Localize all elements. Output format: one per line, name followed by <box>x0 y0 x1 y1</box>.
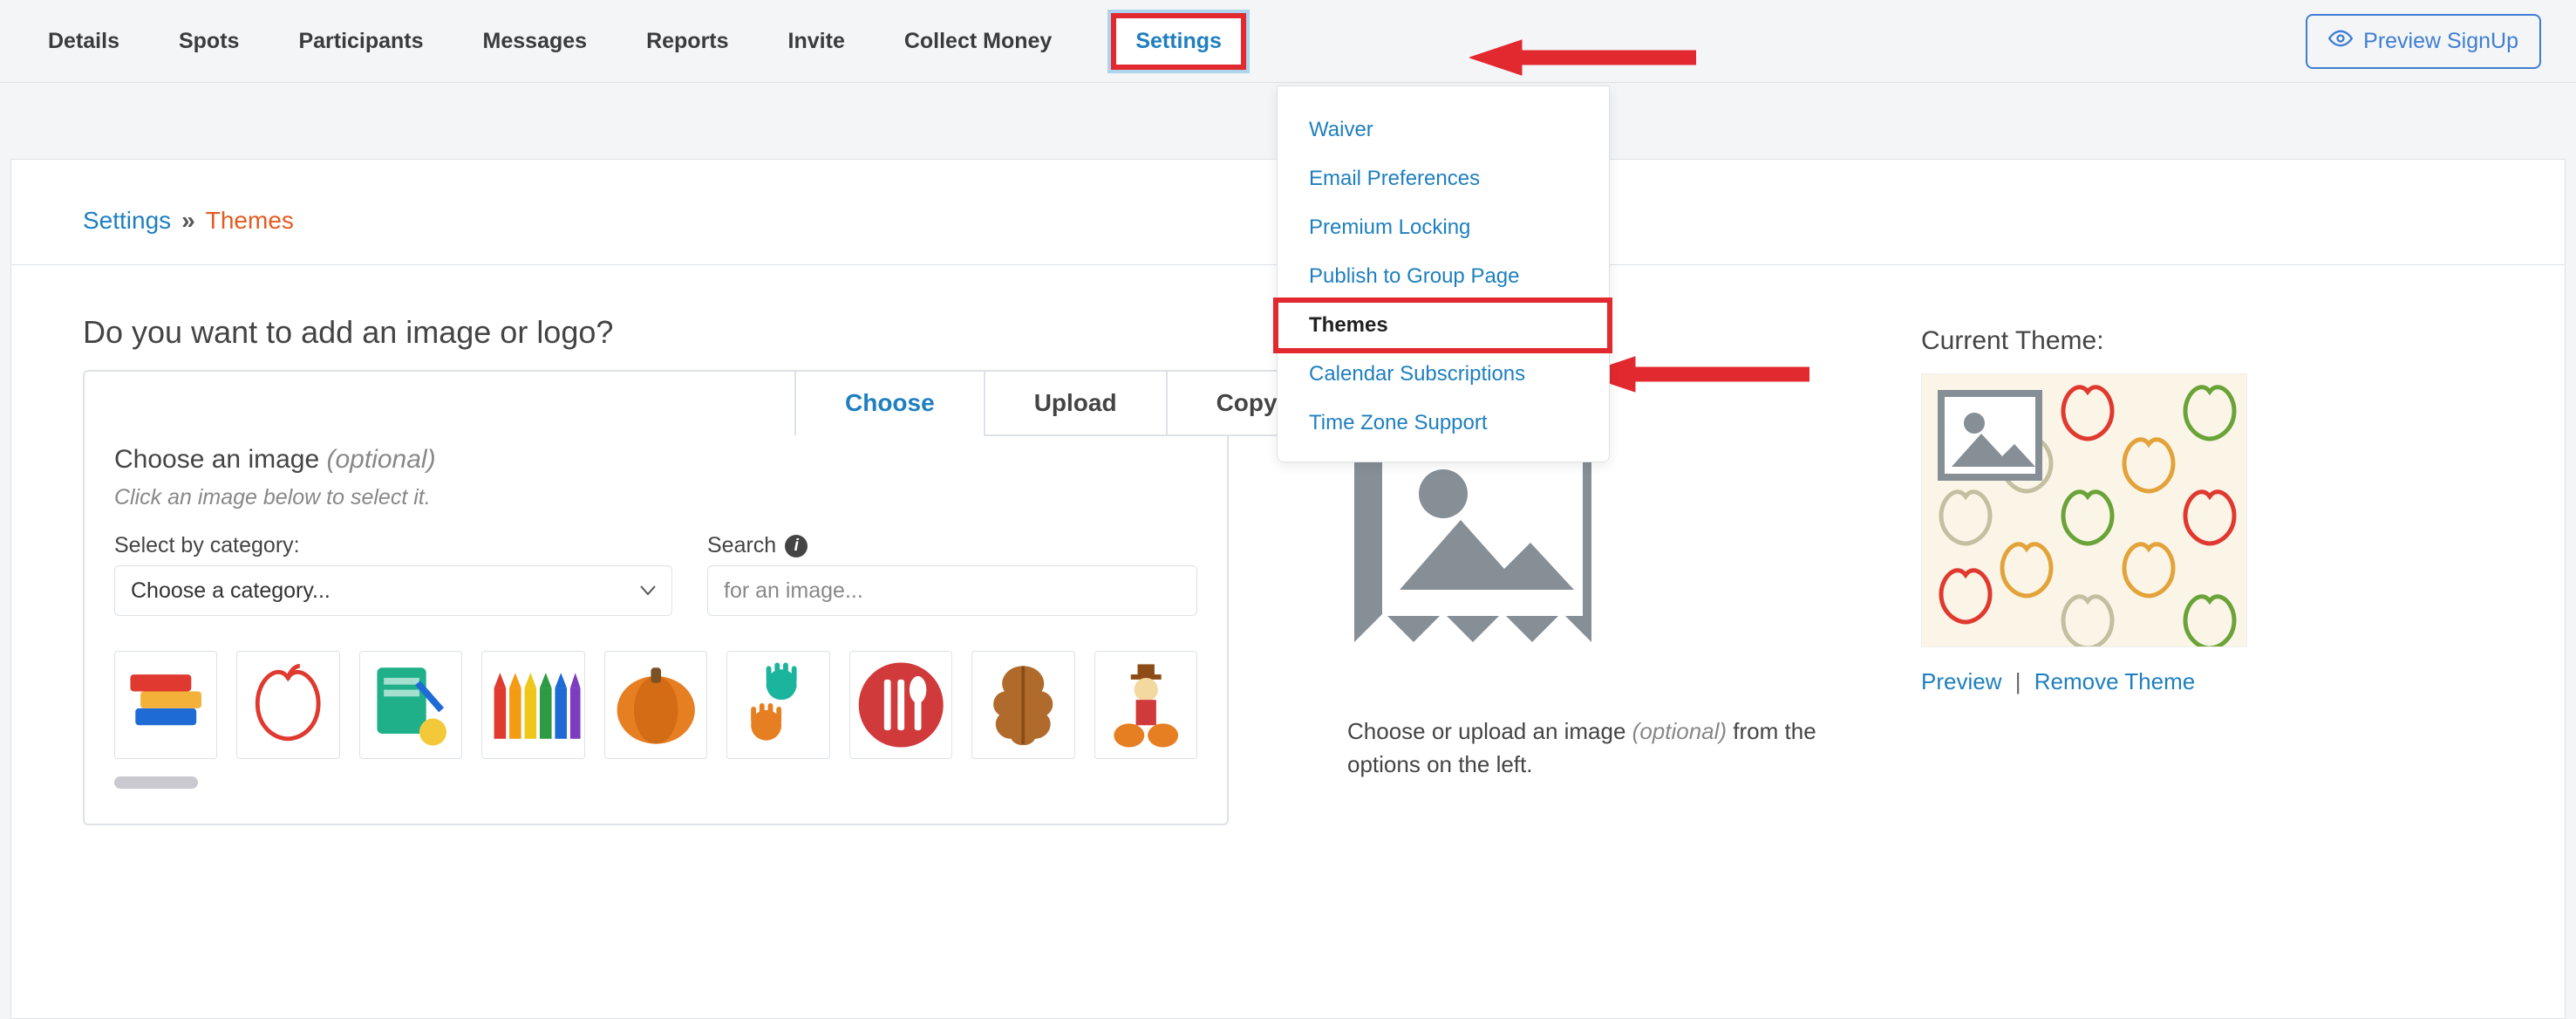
menu-item-time-zone-support[interactable]: Time Zone Support <box>1278 399 1609 448</box>
placeholder-text-a: Choose or upload an image <box>1347 718 1632 744</box>
menu-item-themes-label: Themes <box>1309 313 1388 337</box>
image-chooser-heading: Do you want to add an image or logo? <box>83 314 1250 351</box>
thumb-oak-leaf[interactable] <box>971 651 1074 759</box>
search-label: Search i <box>707 533 1197 558</box>
thumbnail-scrollbar[interactable] <box>114 776 198 789</box>
thumb-handprints[interactable] <box>726 651 829 759</box>
nav-tab-settings[interactable]: Settings <box>1135 29 1222 54</box>
nav-tab-participants[interactable]: Participants <box>298 29 423 54</box>
arrow-to-themes-icon <box>1583 355 1809 393</box>
thumb-notebook-ideas[interactable] <box>359 651 462 759</box>
tab-upload[interactable]: Upload <box>984 370 1168 436</box>
choose-image-heading: Choose an image (optional) <box>114 445 1197 475</box>
placeholder-optional: (optional) <box>1632 718 1727 744</box>
search-label-text: Search <box>707 533 776 558</box>
preview-signup-label: Preview SignUp <box>2363 29 2518 54</box>
menu-item-calendar-subscriptions[interactable]: Calendar Subscriptions <box>1278 350 1609 399</box>
nav-tab-details[interactable]: Details <box>48 29 119 54</box>
image-placeholder-text: Choose or upload an image (optional) fro… <box>1347 715 1869 781</box>
theme-action-separator: | <box>2015 668 2021 694</box>
menu-item-waiver[interactable]: Waiver <box>1278 106 1609 154</box>
nav-tab-invite[interactable]: Invite <box>788 29 845 54</box>
current-theme-panel: Current Theme: <box>1921 265 2565 860</box>
thumb-scarecrow[interactable] <box>1094 651 1197 759</box>
image-chooser-panel: Do you want to add an image or logo? Cho… <box>11 265 1250 860</box>
arrow-to-settings-icon <box>1469 38 1696 77</box>
search-input[interactable] <box>707 565 1197 616</box>
preview-signup-button[interactable]: Preview SignUp <box>2306 14 2541 69</box>
nav-tab-messages[interactable]: Messages <box>483 29 588 54</box>
nav-tab-collect-money[interactable]: Collect Money <box>904 29 1052 54</box>
breadcrumb-settings[interactable]: Settings <box>83 207 171 235</box>
preview-theme-link[interactable]: Preview <box>1921 668 2001 694</box>
settings-dropdown-menu: Waiver Email Preferences Premium Locking… <box>1277 85 1610 462</box>
image-tab-frame: Choose Upload Copy Choose an image (opti… <box>83 370 1229 825</box>
nav-tab-settings-highlight: Settings <box>1111 13 1246 70</box>
nav-tabs: Details Spots Participants Messages Repo… <box>48 13 1246 70</box>
optional-label: (optional) <box>327 445 436 474</box>
current-theme-actions: Preview | Remove Theme <box>1921 668 2530 695</box>
thumb-crayons[interactable] <box>481 651 584 759</box>
top-nav-bar: Details Spots Participants Messages Repo… <box>0 0 2576 83</box>
thumb-apple-outline[interactable] <box>236 651 339 759</box>
choose-image-heading-text: Choose an image <box>114 445 319 474</box>
nav-tab-reports[interactable]: Reports <box>646 29 728 54</box>
remove-theme-link[interactable]: Remove Theme <box>2034 668 2196 694</box>
menu-item-themes[interactable]: Themes <box>1278 301 1609 350</box>
thumb-pumpkin[interactable] <box>604 651 707 759</box>
choose-image-instruction: Click an image below to select it. <box>114 485 1197 510</box>
info-icon[interactable]: i <box>785 535 808 557</box>
breadcrumb-themes: Themes <box>206 207 294 235</box>
category-select[interactable]: Choose a category... <box>114 565 672 616</box>
thumb-cutlery[interactable] <box>849 651 952 759</box>
breadcrumb-separator: » <box>181 207 195 235</box>
image-thumbnail-row <box>114 651 1197 759</box>
menu-item-premium-locking[interactable]: Premium Locking <box>1278 203 1609 252</box>
nav-tab-spots[interactable]: Spots <box>179 29 239 54</box>
menu-item-publish-group-page[interactable]: Publish to Group Page <box>1278 252 1609 301</box>
select-category-label: Select by category: <box>114 533 672 558</box>
current-theme-thumbnail <box>1921 373 2247 647</box>
menu-item-email-preferences[interactable]: Email Preferences <box>1278 154 1609 203</box>
image-tabs: Choose Upload Copy <box>796 370 1328 436</box>
eye-icon <box>2328 26 2353 57</box>
thumb-books[interactable] <box>114 651 217 759</box>
tab-choose[interactable]: Choose <box>794 370 985 436</box>
current-theme-heading: Current Theme: <box>1921 326 2530 356</box>
